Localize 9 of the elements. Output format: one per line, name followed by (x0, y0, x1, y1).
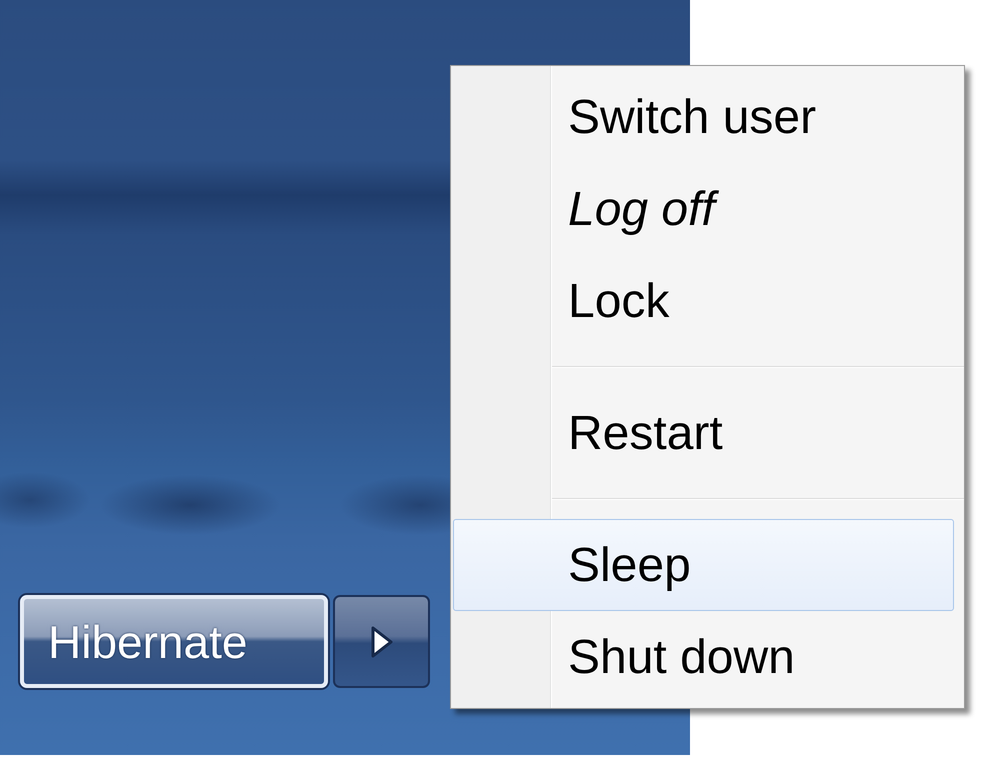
hibernate-button[interactable]: Hibernate (20, 595, 328, 688)
menu-item[interactable]: Shut down (453, 611, 954, 703)
menu-item[interactable]: Sleep (453, 519, 954, 611)
triangle-right-icon (370, 624, 394, 658)
menu-item[interactable]: Restart (453, 387, 954, 479)
menu-item[interactable]: Switch user (453, 71, 954, 163)
menu-item[interactable]: Log off (453, 163, 954, 255)
power-options-button[interactable] (333, 595, 430, 688)
menu-item[interactable]: Lock (453, 255, 954, 347)
